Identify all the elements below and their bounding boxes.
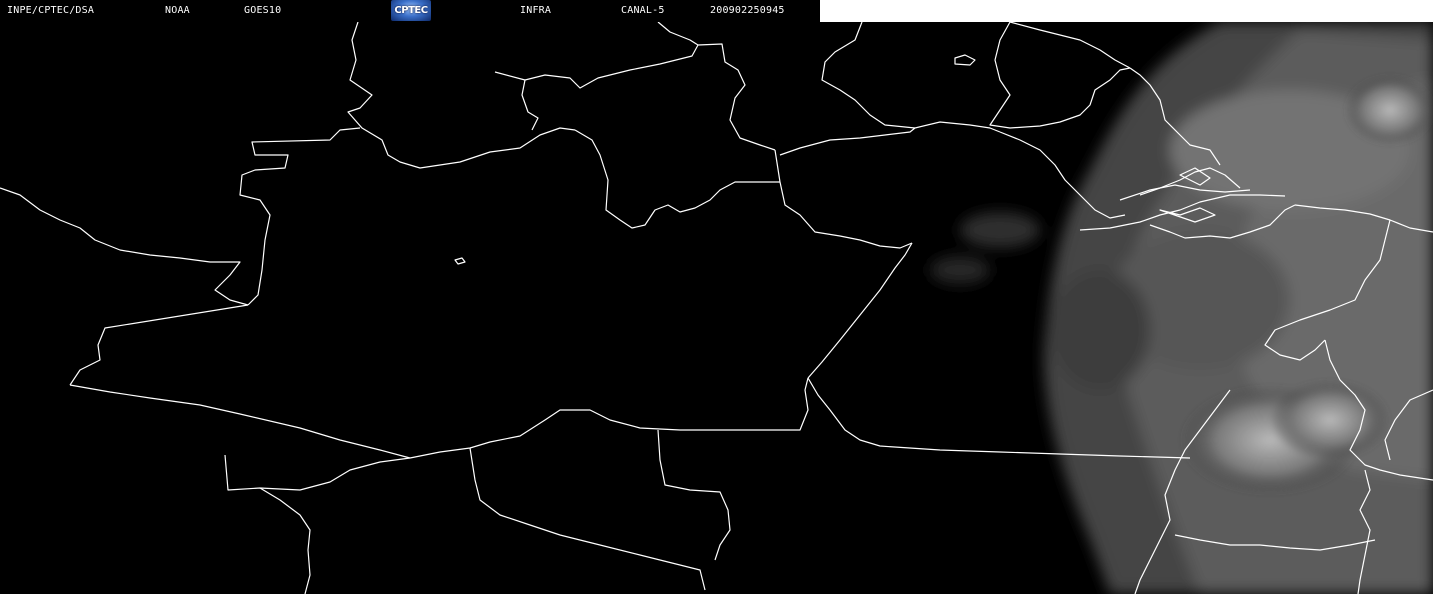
channel-label: CANAL-5 (621, 5, 665, 16)
product-label: INFRA (520, 5, 552, 16)
satellite-label: GOES10 (244, 5, 282, 16)
blank-corner (820, 0, 1433, 22)
satellite-map (0, 0, 1433, 594)
cptec-logo: CPTEC (391, 0, 431, 21)
timestamp-label: 200902250945 (710, 5, 785, 16)
agency-label: NOAA (165, 5, 190, 16)
institution-label: INPE/CPTEC/DSA (7, 5, 95, 16)
logo-text: CPTEC (394, 5, 428, 16)
